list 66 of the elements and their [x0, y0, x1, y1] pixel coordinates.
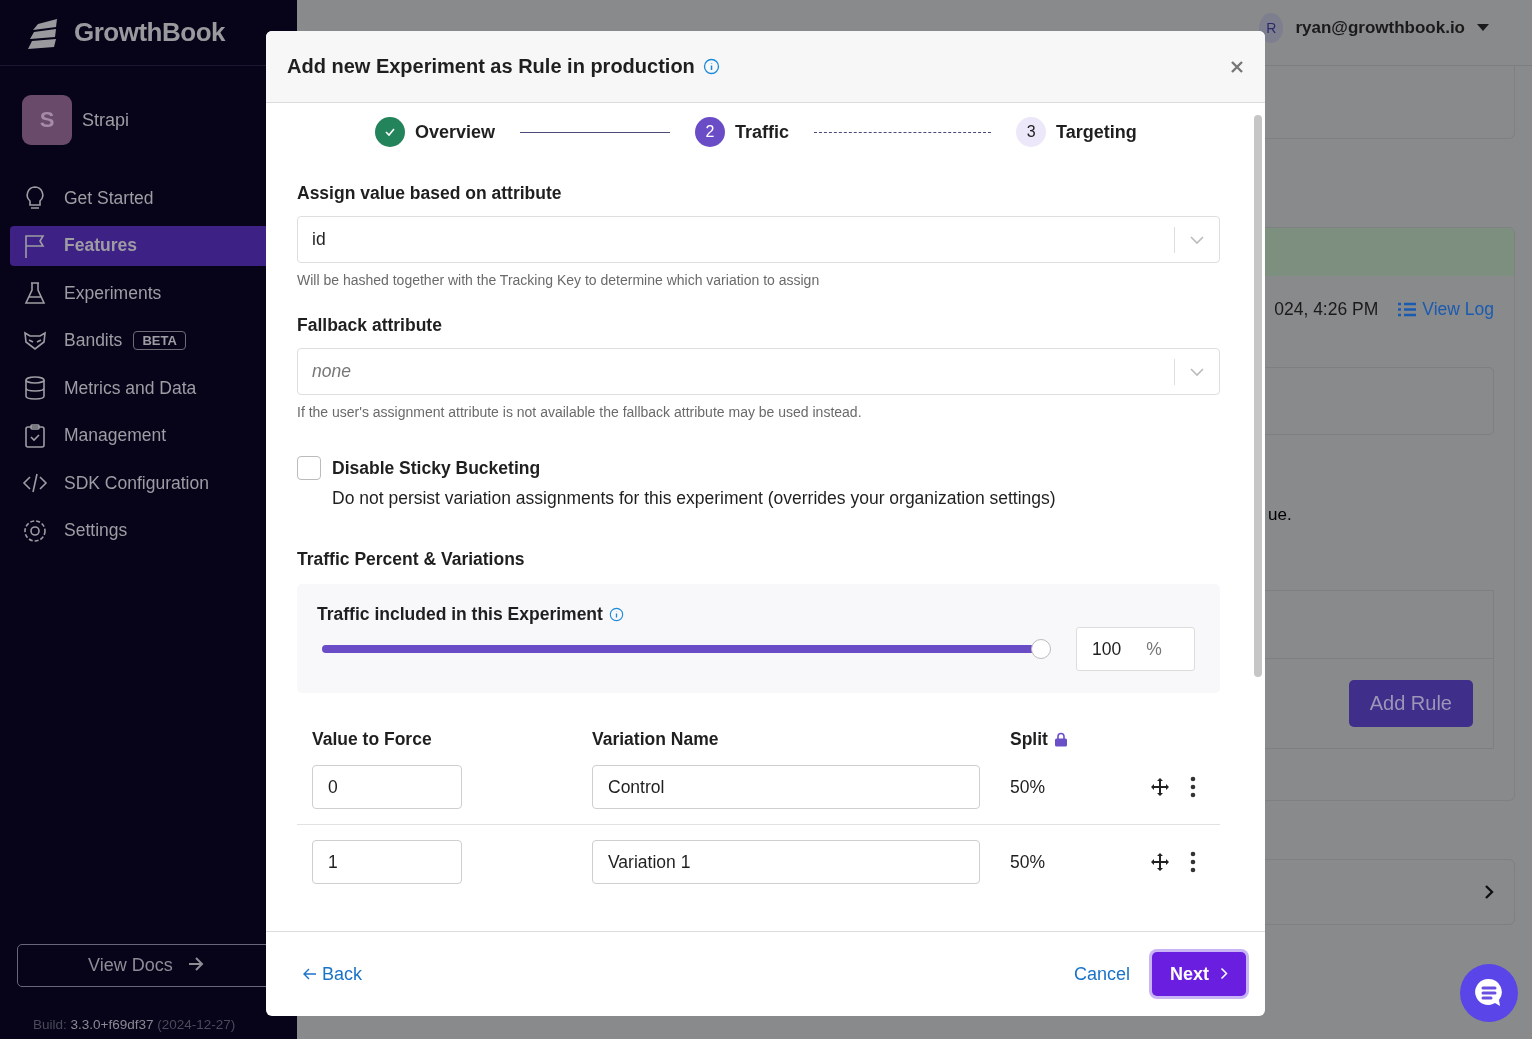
variation-name-input[interactable]: Control [592, 765, 980, 809]
user-avatar: R [1259, 12, 1284, 43]
chat-button[interactable] [1460, 964, 1518, 1022]
field-label: Assign value based on attribute [297, 183, 563, 204]
checkbox-description: Do not persist variation assignments for this experiment (overrides your organization settings) [332, 488, 1056, 509]
nav-item[interactable]: Management [10, 415, 297, 456]
brand-name: GrowthBook [74, 17, 225, 48]
fallback-select[interactable]: none [297, 348, 1220, 395]
wizard-step[interactable]: Overview [375, 117, 496, 147]
help-text: Will be hashed together with the Tracking Key to determine which variation to assign [297, 272, 821, 288]
nav-item[interactable]: SDK Configuration [10, 463, 297, 503]
nav-item[interactable]: Bandits BETA [10, 320, 297, 361]
more-options-icon[interactable] [1190, 775, 1196, 799]
move-icon[interactable] [1150, 852, 1170, 872]
info-icon [608, 607, 624, 622]
value-input[interactable]: 1 [312, 840, 462, 884]
database-icon [22, 375, 48, 401]
chevron-right-icon [1484, 884, 1494, 900]
chevron-down-icon [1189, 234, 1205, 245]
scrollbar[interactable] [1254, 115, 1262, 677]
value-input[interactable]: 0 [312, 765, 462, 809]
field-label: Fallback attribute [297, 315, 443, 336]
nav-item[interactable]: Experiments [10, 273, 297, 313]
checkbox[interactable] [297, 456, 321, 480]
split-value: 50% [1010, 851, 1047, 873]
close-icon[interactable] [1230, 59, 1244, 74]
chevron-down-icon [1189, 366, 1205, 377]
percent-input[interactable]: 100 % [1076, 627, 1195, 671]
checkbox-label: Disable Sticky Bucketing [332, 458, 542, 479]
build-info: Build: 3.3.0+f69df37 (2024-12-27) [32, 1016, 237, 1034]
nav-item[interactable]: Get Started [10, 178, 297, 218]
column-header: Value to Force [312, 729, 433, 750]
move-icon[interactable] [1150, 777, 1170, 797]
field-label: Traffic included in this Experiment [317, 604, 603, 625]
info-icon [702, 58, 720, 75]
column-header: Split [1010, 729, 1048, 750]
wizard-step[interactable]: 3 Targeting [1016, 117, 1137, 147]
caret-down-icon[interactable] [1477, 23, 1489, 32]
beta-badge: BETA [133, 331, 186, 350]
attribute-select[interactable]: id [297, 216, 1220, 263]
nav-item[interactable]: Metrics and Data [10, 368, 297, 408]
lock-icon [1053, 732, 1068, 747]
back-button[interactable]: Back [303, 963, 363, 985]
user-menu[interactable]: ryan@growthbook.io [1295, 17, 1465, 38]
chevron-right-icon [1220, 966, 1228, 980]
modal-title: Add new Experiment as Rule in production [287, 55, 695, 78]
clipboard-icon [22, 422, 48, 449]
wizard-step[interactable]: 2 Traffic [695, 117, 790, 147]
help-text: If the user's assignment attribute is not available the fallback attribute may be used instead. [297, 404, 863, 420]
list-icon [1398, 302, 1417, 317]
cancel-button[interactable]: Cancel [1073, 963, 1130, 985]
timestamp: 024, 4:26 PM [1274, 299, 1379, 320]
variation-name-input[interactable]: Variation 1 [592, 840, 980, 884]
add-rule-button[interactable]: Add Rule [1348, 680, 1473, 727]
more-options-icon[interactable] [1190, 850, 1196, 874]
flask-icon [22, 280, 48, 306]
arrow-right-icon [187, 957, 204, 971]
org-selector[interactable]: S Strapi [22, 95, 297, 145]
section-title: Traffic Percent & Variations [297, 549, 526, 570]
arrow-left-icon [303, 967, 317, 980]
body-text: ue. [1268, 505, 1292, 525]
next-button[interactable]: Next [1152, 952, 1246, 996]
column-header: Variation Name [592, 729, 720, 750]
settings-icon [22, 517, 48, 544]
split-value: 50% [1010, 776, 1047, 798]
nav-item[interactable]: Settings [10, 510, 297, 551]
